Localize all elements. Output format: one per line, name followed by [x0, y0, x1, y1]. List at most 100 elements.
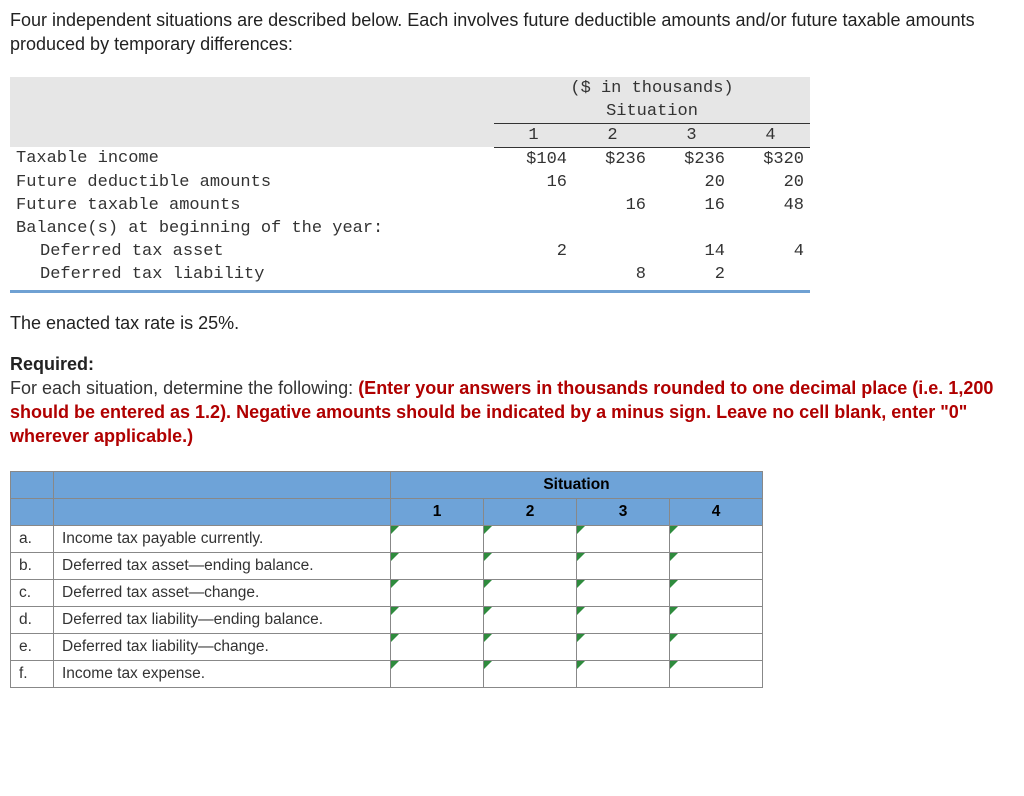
- answer-cell[interactable]: [391, 579, 484, 606]
- answer-input[interactable]: [577, 553, 669, 578]
- data-cell: 16: [573, 194, 652, 217]
- data-cell: [573, 171, 652, 194]
- answer-cell[interactable]: [484, 660, 577, 687]
- answer-cell[interactable]: [577, 660, 670, 687]
- answer-cell[interactable]: [670, 552, 763, 579]
- data-cell: 20: [652, 171, 731, 194]
- table-bottom-rule: [10, 290, 810, 293]
- table-row: a.Income tax payable currently.: [11, 525, 763, 552]
- answer-cell[interactable]: [391, 606, 484, 633]
- answer-input[interactable]: [577, 526, 669, 551]
- answer-cell[interactable]: [484, 606, 577, 633]
- data-row: Deferred tax asset2144: [10, 240, 810, 263]
- answer-input[interactable]: [391, 607, 483, 632]
- required-heading: Required:: [10, 352, 1014, 376]
- data-cell: $236: [573, 147, 652, 171]
- answer-cell[interactable]: [391, 552, 484, 579]
- answer-cell[interactable]: [484, 579, 577, 606]
- row-letter: d.: [11, 606, 54, 633]
- data-row-label: Future deductible amounts: [10, 171, 494, 194]
- answer-cell[interactable]: [670, 525, 763, 552]
- grid-col-4: 4: [670, 498, 763, 525]
- answer-input[interactable]: [484, 553, 576, 578]
- answer-input[interactable]: [670, 607, 762, 632]
- data-table-block: ($ in thousands) Situation 1 2 3 4 Taxab…: [10, 77, 1014, 293]
- answer-cell[interactable]: [670, 660, 763, 687]
- table-row: b.Deferred tax asset—ending balance.: [11, 552, 763, 579]
- table-row: e.Deferred tax liability—change.: [11, 633, 763, 660]
- data-cell: 2: [494, 240, 573, 263]
- answer-cell[interactable]: [670, 606, 763, 633]
- data-cell: [494, 194, 573, 217]
- row-letter: e.: [11, 633, 54, 660]
- answer-input[interactable]: [391, 553, 483, 578]
- answer-input[interactable]: [484, 661, 576, 686]
- answer-input[interactable]: [484, 580, 576, 605]
- col-head-2: 2: [573, 123, 652, 147]
- answer-input[interactable]: [577, 580, 669, 605]
- grid-corner-mid: [54, 471, 391, 498]
- answer-cell[interactable]: [484, 525, 577, 552]
- answer-input[interactable]: [577, 634, 669, 659]
- row-letter: f.: [11, 660, 54, 687]
- situation-data-table: ($ in thousands) Situation 1 2 3 4 Taxab…: [10, 77, 810, 286]
- data-cell: 14: [652, 240, 731, 263]
- answer-cell[interactable]: [577, 579, 670, 606]
- data-cell: [494, 263, 573, 286]
- row-description: Income tax payable currently.: [54, 525, 391, 552]
- tax-rate-line: The enacted tax rate is 25%.: [10, 313, 1014, 334]
- data-cell: 16: [652, 194, 731, 217]
- grid-subhead-blank-l: [11, 498, 54, 525]
- answer-input[interactable]: [484, 526, 576, 551]
- data-cell: [494, 217, 573, 240]
- row-description: Deferred tax liability—change.: [54, 633, 391, 660]
- answer-input[interactable]: [484, 607, 576, 632]
- table-row: d.Deferred tax liability—ending balance.: [11, 606, 763, 633]
- data-cell: 20: [731, 171, 810, 194]
- answer-input[interactable]: [670, 634, 762, 659]
- answer-cell[interactable]: [577, 525, 670, 552]
- answer-cell[interactable]: [484, 552, 577, 579]
- data-row: Taxable income$104$236$236$320: [10, 147, 810, 171]
- data-row: Future taxable amounts161648: [10, 194, 810, 217]
- answer-cell[interactable]: [391, 525, 484, 552]
- data-cell: [573, 217, 652, 240]
- answer-cell[interactable]: [577, 606, 670, 633]
- row-description: Deferred tax liability—ending balance.: [54, 606, 391, 633]
- data-row-label: Future taxable amounts: [10, 194, 494, 217]
- grid-col-1: 1: [391, 498, 484, 525]
- data-cell: $104: [494, 147, 573, 171]
- answer-cell[interactable]: [670, 633, 763, 660]
- answer-cell[interactable]: [484, 633, 577, 660]
- answer-input[interactable]: [391, 526, 483, 551]
- answer-cell[interactable]: [670, 579, 763, 606]
- answer-cell[interactable]: [391, 633, 484, 660]
- data-cell: 8: [573, 263, 652, 286]
- answer-input[interactable]: [391, 580, 483, 605]
- row-description: Deferred tax asset—ending balance.: [54, 552, 391, 579]
- grid-subhead-blank-m: [54, 498, 391, 525]
- answer-input[interactable]: [577, 661, 669, 686]
- answer-input[interactable]: [670, 580, 762, 605]
- data-row-label: Balance(s) at beginning of the year:: [10, 217, 494, 240]
- answer-grid: Situation 1 2 3 4 a.Income tax payable c…: [10, 471, 763, 688]
- answer-cell[interactable]: [577, 552, 670, 579]
- data-row: Future deductible amounts162020: [10, 171, 810, 194]
- col-head-3: 3: [652, 123, 731, 147]
- answer-cell[interactable]: [391, 660, 484, 687]
- situation-group-label: Situation: [494, 100, 810, 124]
- data-row-label: Taxable income: [10, 147, 494, 171]
- answer-input[interactable]: [670, 553, 762, 578]
- answer-input[interactable]: [391, 661, 483, 686]
- answer-input[interactable]: [484, 634, 576, 659]
- answer-input[interactable]: [577, 607, 669, 632]
- units-label: ($ in thousands): [494, 77, 810, 100]
- row-description: Deferred tax asset—change.: [54, 579, 391, 606]
- answer-input[interactable]: [391, 634, 483, 659]
- answer-cell[interactable]: [577, 633, 670, 660]
- row-letter: a.: [11, 525, 54, 552]
- data-row-label: Deferred tax asset: [10, 240, 494, 263]
- data-row: Balance(s) at beginning of the year:: [10, 217, 810, 240]
- answer-input[interactable]: [670, 661, 762, 686]
- answer-input[interactable]: [670, 526, 762, 551]
